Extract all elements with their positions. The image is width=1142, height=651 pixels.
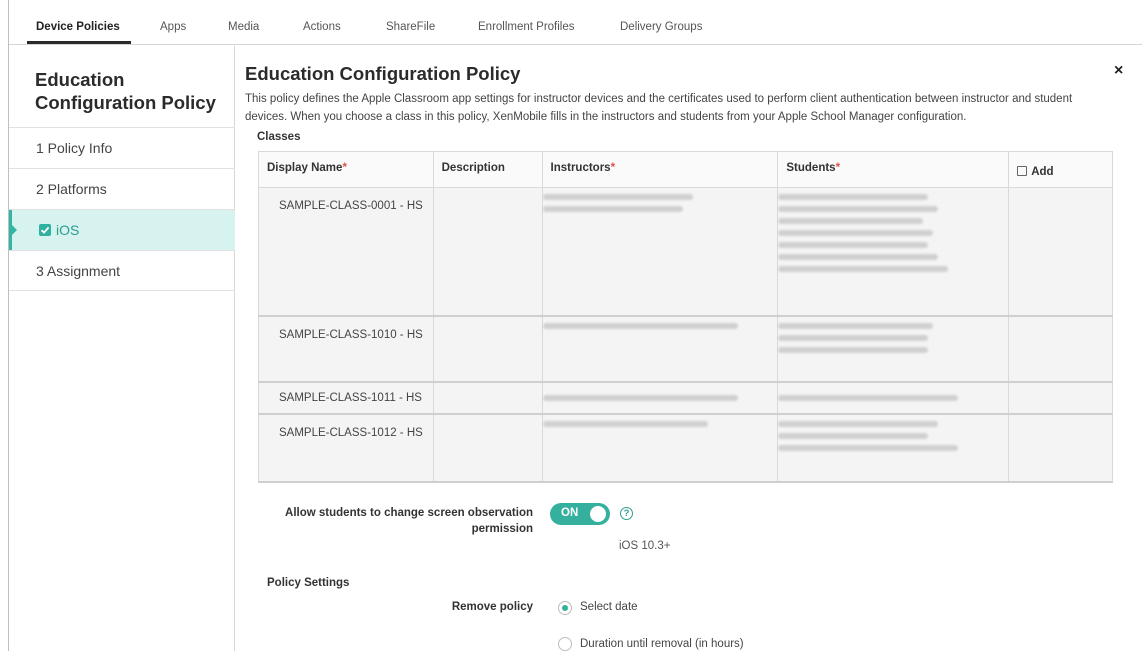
sidebar-item-label: 1 Policy Info <box>36 140 113 156</box>
table-row[interactable]: SAMPLE-CLASS-1012 - HS <box>258 413 1113 483</box>
selected-arrow-icon <box>12 225 17 235</box>
screen-observation-label: Allow students to change screen observat… <box>285 507 533 535</box>
policy-settings-heading: Policy Settings <box>267 577 350 589</box>
policy-description: This policy defines the Apple Classroom … <box>245 93 1073 123</box>
row-actions <box>1008 187 1113 317</box>
tab-sharefile[interactable]: ShareFile <box>386 21 435 33</box>
radio-select-date-label: Select date <box>580 601 638 613</box>
tab-apps[interactable]: Apps <box>160 21 186 33</box>
add-icon <box>1017 166 1028 176</box>
ios-version-note: iOS 10.3+ <box>619 540 671 552</box>
sidebar-item-platforms[interactable]: 2 Platforms <box>9 168 235 209</box>
column-header-instructors: Instructors* <box>541 151 779 188</box>
row-actions <box>1008 381 1113 415</box>
help-icon[interactable]: ? <box>620 507 633 520</box>
tab-actions[interactable]: Actions <box>303 21 341 33</box>
class-instructors-redacted <box>541 413 779 483</box>
class-students-redacted <box>777 381 1010 415</box>
class-instructors-redacted <box>541 187 779 317</box>
tab-delivery-groups[interactable]: Delivery Groups <box>620 21 702 33</box>
class-display-name: SAMPLE-CLASS-1011 - HS <box>279 391 422 404</box>
class-instructors-redacted <box>541 381 779 415</box>
class-students-redacted <box>777 413 1010 483</box>
class-display-name: SAMPLE-CLASS-1010 - HS <box>279 328 423 341</box>
classes-table: Display Name* Description Instructors* S… <box>258 151 1113 483</box>
tab-enrollment-profiles[interactable]: Enrollment Profiles <box>478 21 575 33</box>
radio-duration-until-removal[interactable] <box>558 637 572 651</box>
class-description <box>432 413 543 483</box>
add-button[interactable]: Add <box>1008 151 1113 188</box>
column-header-description: Description <box>432 151 543 188</box>
column-header-students: Students* <box>777 151 1010 188</box>
classes-label: Classes <box>257 131 301 143</box>
active-tab-indicator <box>27 41 131 44</box>
class-display-name: SAMPLE-CLASS-1012 - HS <box>279 426 423 439</box>
screen-observation-toggle[interactable]: ON <box>550 503 610 525</box>
sidebar-item-label: iOS <box>56 222 80 238</box>
top-tab-bar: Device Policies Apps Media Actions Share… <box>9 0 1142 45</box>
class-instructors-redacted <box>541 315 779 383</box>
sidebar-title: Education Configuration Policy <box>35 69 216 113</box>
tab-device-policies[interactable]: Device Policies <box>36 21 120 33</box>
sidebar-item-label: 3 Assignment <box>36 263 121 279</box>
toggle-knob <box>590 506 606 522</box>
radio-select-date[interactable] <box>558 601 572 615</box>
table-row[interactable]: SAMPLE-CLASS-0001 - HS <box>258 187 1113 317</box>
class-students-redacted <box>777 187 1010 317</box>
sidebar-item-assignment[interactable]: 3 Assignment <box>9 250 235 291</box>
sidebar-item-policy-info[interactable]: 1 Policy Info <box>9 127 235 168</box>
page-title: Education Configuration Policy <box>245 63 521 84</box>
tab-media[interactable]: Media <box>228 21 259 33</box>
checkbox-checked-icon[interactable] <box>39 224 51 236</box>
sidebar-item-ios[interactable]: iOS <box>9 209 235 251</box>
remove-policy-label: Remove policy <box>451 601 533 613</box>
row-actions <box>1008 315 1113 383</box>
class-description <box>432 381 543 415</box>
close-icon[interactable]: × <box>1114 62 1123 80</box>
column-header-display-name: Display Name* <box>258 151 434 188</box>
class-description <box>432 187 543 317</box>
class-description <box>432 315 543 383</box>
class-students-redacted <box>777 315 1010 383</box>
sidebar-item-label: 2 Platforms <box>36 181 107 197</box>
table-row[interactable]: SAMPLE-CLASS-1010 - HS <box>258 315 1113 383</box>
table-row[interactable]: SAMPLE-CLASS-1011 - HS <box>258 381 1113 415</box>
table-header-row: Display Name* Description Instructors* S… <box>258 151 1113 188</box>
radio-duration-label: Duration until removal (in hours) <box>580 638 744 650</box>
wizard-sidebar: Education Configuration Policy 1 Policy … <box>9 46 235 651</box>
toggle-state-label: ON <box>561 507 579 519</box>
class-display-name: SAMPLE-CLASS-0001 - HS <box>279 200 423 212</box>
row-actions <box>1008 413 1113 483</box>
